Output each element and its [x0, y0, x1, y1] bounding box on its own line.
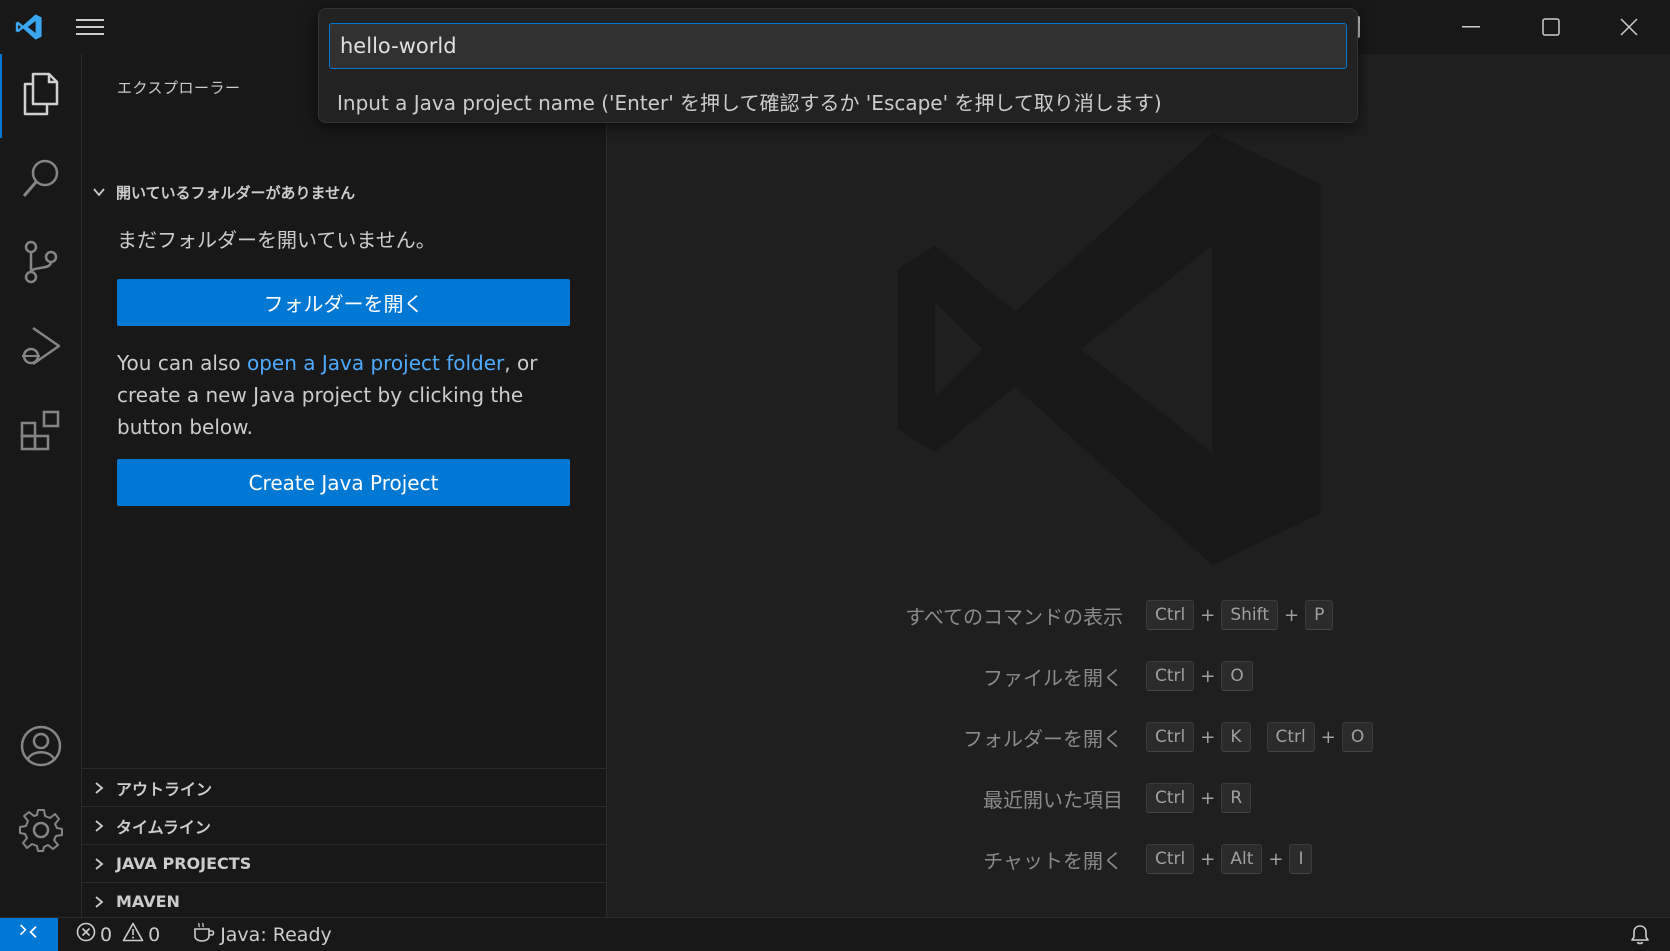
key: O: [1221, 661, 1253, 691]
activity-accounts[interactable]: [0, 706, 82, 790]
java-project-hint: You can also open a Java project folder,…: [117, 347, 577, 443]
activity-manage[interactable]: [0, 790, 82, 874]
vscode-logo-icon: [10, 8, 48, 46]
open-java-project-link[interactable]: open a Java project folder: [247, 351, 504, 375]
create-java-project-button[interactable]: Create Java Project: [117, 459, 570, 506]
notifications-bell-icon[interactable]: [1630, 924, 1650, 951]
key: Alt: [1221, 844, 1263, 874]
shortcut-recent: 最近開いた項目 Ctrl + R: [608, 782, 1670, 814]
section-header-no-folder[interactable]: 開いているフォルダーがありません: [82, 174, 607, 210]
section-maven-label: MAVEN: [116, 892, 180, 911]
extensions-icon: [20, 409, 62, 455]
key: Ctrl: [1146, 661, 1195, 691]
section-header-label: 開いているフォルダーがありません: [116, 183, 356, 202]
menu-icon[interactable]: [70, 12, 110, 42]
status-bar: 0 0 Java: Ready: [0, 917, 1670, 951]
no-folder-text: まだフォルダーを開いていません。: [117, 228, 436, 252]
shortcut-keys: Ctrl + Alt + I: [1146, 844, 1313, 874]
shortcut-keys: Ctrl + K Ctrl + O: [1146, 722, 1374, 752]
section-java-projects-label: JAVA PROJECTS: [116, 854, 252, 873]
shortcut-label: チャットを開く: [983, 848, 1123, 873]
sidebar-title: エクスプローラー: [117, 79, 241, 97]
shortcut-show-commands: すべてのコマンドの表示 Ctrl + Shift + P: [608, 599, 1670, 631]
activity-run-debug[interactable]: [0, 306, 82, 390]
key: K: [1221, 722, 1251, 752]
open-folder-button[interactable]: フォルダーを開く: [117, 279, 570, 326]
error-count: 0: [100, 923, 113, 946]
shortcut-label: ファイルを開く: [983, 665, 1123, 690]
activity-source-control[interactable]: [0, 222, 82, 306]
key: Ctrl: [1146, 722, 1195, 752]
remote-icon: [18, 923, 40, 946]
section-outline-label: アウトライン: [116, 779, 213, 799]
gear-icon: [19, 808, 63, 856]
key: P: [1305, 600, 1334, 630]
key: Ctrl: [1266, 722, 1315, 752]
vscode-watermark-icon: [874, 114, 1344, 588]
shortcut-open-chat: チャットを開く Ctrl + Alt + I: [608, 843, 1670, 875]
java-hint-prefix: You can also: [117, 351, 247, 375]
warning-count: 0: [148, 923, 161, 946]
coffee-icon: [192, 921, 216, 948]
editor-area: すべてのコマンドの表示 Ctrl + Shift + P ファイルを開く Ctrl +…: [608, 54, 1670, 917]
shortcut-keys: Ctrl + Shift + P: [1146, 600, 1334, 630]
account-icon: [19, 724, 63, 772]
key: Ctrl: [1146, 844, 1195, 874]
activity-explorer[interactable]: [0, 54, 82, 138]
key: I: [1289, 844, 1313, 874]
java-status-label: Java: Ready: [220, 923, 332, 946]
key: O: [1341, 722, 1374, 752]
explorer-sidebar: エクスプローラー 開いているフォルダーがありません まだフォルダーを開いていませ…: [82, 54, 607, 917]
key: Ctrl: [1146, 783, 1195, 813]
chevron-right-icon: [82, 819, 116, 833]
section-java-projects[interactable]: JAVA PROJECTS: [82, 844, 607, 882]
section-maven[interactable]: MAVEN: [82, 882, 607, 920]
activity-extensions[interactable]: [0, 390, 82, 474]
warning-icon: [122, 922, 144, 947]
chevron-right-icon: [82, 895, 116, 909]
key: Shift: [1221, 600, 1278, 630]
files-icon: [21, 72, 61, 120]
shortcut-keys: Ctrl + R: [1146, 783, 1252, 813]
maximize-button[interactable]: [1526, 10, 1576, 44]
chevron-right-icon: [82, 857, 116, 871]
section-outline[interactable]: アウトライン: [82, 768, 607, 806]
shortcut-label: 最近開いた項目: [983, 787, 1123, 812]
minimize-button[interactable]: [1446, 10, 1496, 44]
problems-status[interactable]: 0 0: [72, 922, 160, 947]
java-hint-suffix: , or: [504, 351, 538, 375]
shortcut-label: すべてのコマンドの表示: [905, 604, 1123, 629]
key: R: [1221, 783, 1252, 813]
activity-bar: [0, 54, 82, 917]
shortcut-open-file: ファイルを開く Ctrl + O: [608, 660, 1670, 692]
section-timeline-label: タイムライン: [116, 817, 211, 837]
project-name-input[interactable]: [329, 23, 1347, 69]
error-icon: [76, 922, 96, 947]
java-hint-line3: button below.: [117, 415, 253, 439]
key: Ctrl: [1146, 600, 1195, 630]
remote-indicator-button[interactable]: [0, 917, 58, 951]
source-control-icon: [23, 240, 59, 288]
java-hint-line2: create a new Java project by clicking th…: [117, 383, 524, 407]
search-icon: [21, 157, 61, 203]
close-button[interactable]: [1604, 10, 1654, 44]
shortcut-keys: Ctrl + O: [1146, 661, 1253, 691]
shortcut-label: フォルダーを開く: [963, 726, 1123, 751]
chevron-down-icon: [82, 185, 116, 199]
shortcut-open-folder: フォルダーを開く Ctrl + K Ctrl + O: [608, 721, 1670, 753]
chevron-right-icon: [82, 781, 116, 795]
section-timeline[interactable]: タイムライン: [82, 806, 607, 844]
java-status[interactable]: Java: Ready: [188, 921, 332, 948]
activity-search[interactable]: [0, 138, 82, 222]
quick-input-message: Input a Java project name ('Enter' を押して確…: [337, 91, 1162, 115]
quick-input-widget: Input a Java project name ('Enter' を押して確…: [318, 8, 1358, 123]
run-debug-icon: [19, 324, 63, 372]
